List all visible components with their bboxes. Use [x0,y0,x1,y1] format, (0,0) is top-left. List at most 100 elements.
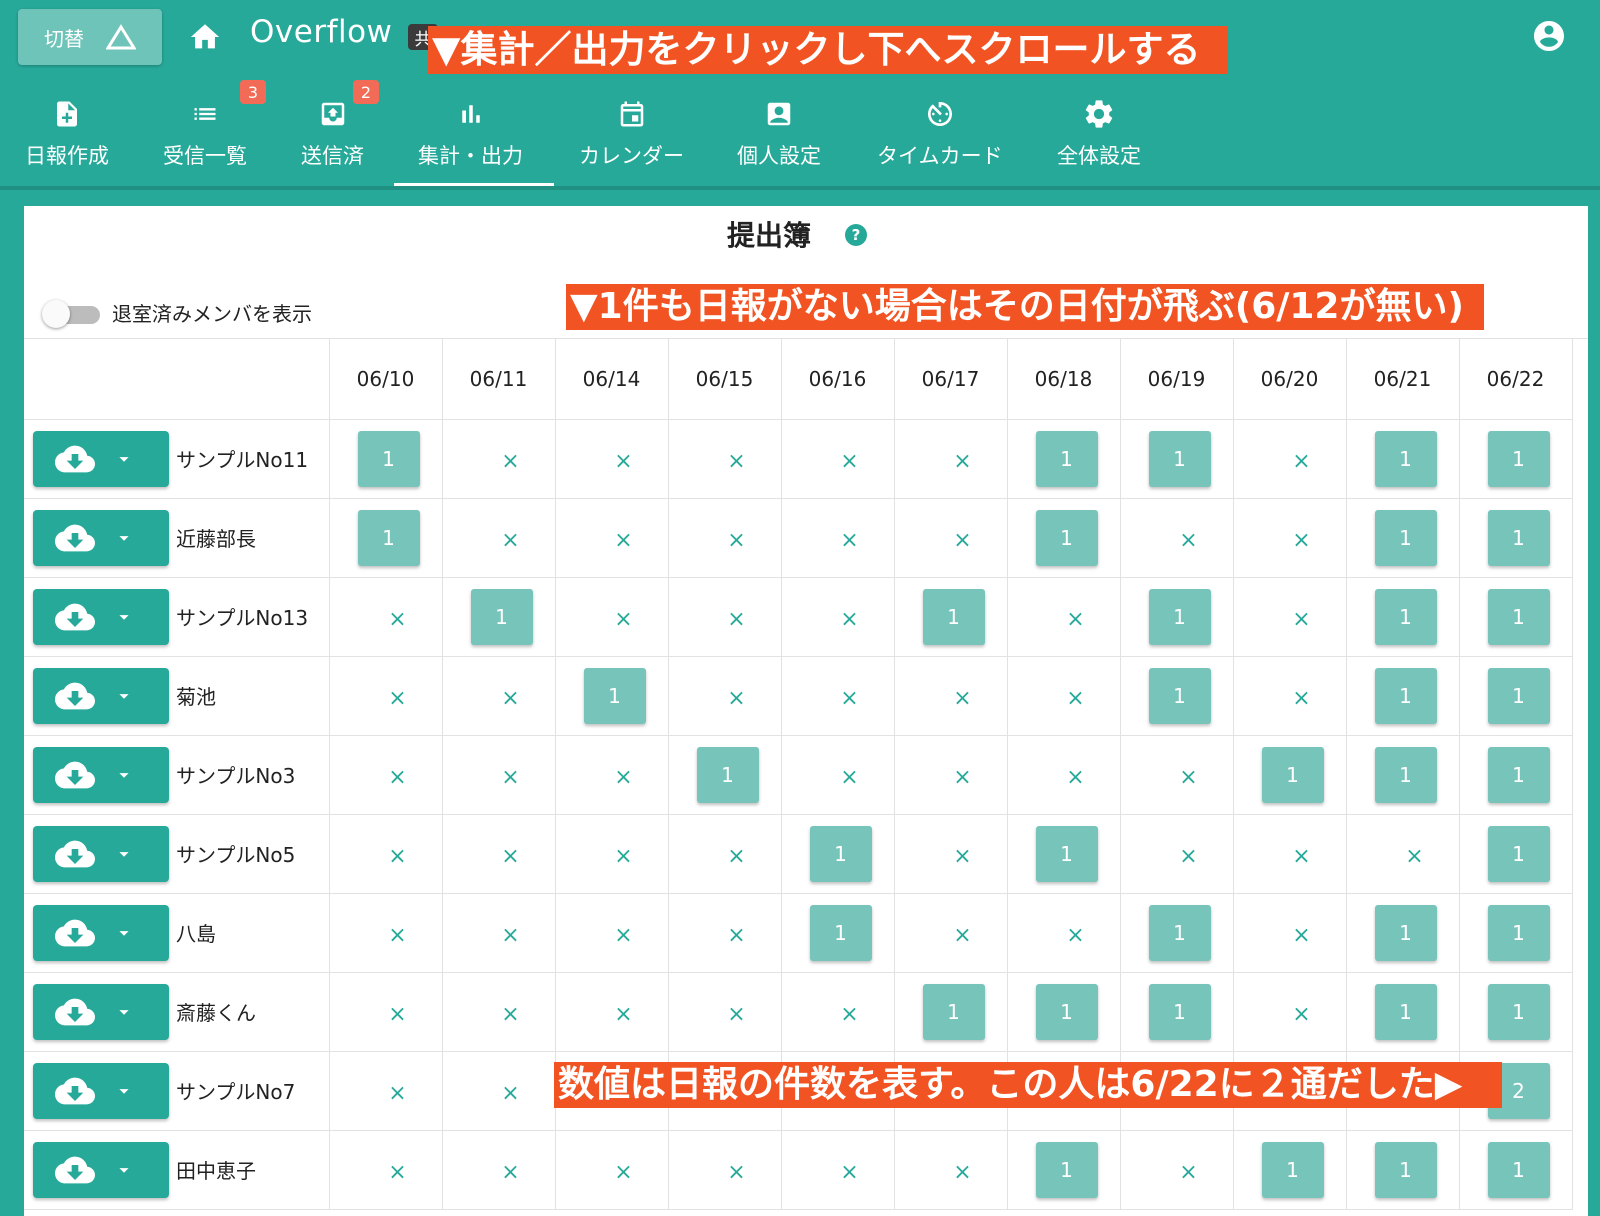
report-count-button[interactable]: 1 [1035,510,1098,566]
date-cell: × [1007,735,1121,815]
report-count-button[interactable]: 1 [1487,905,1550,961]
date-cell: 1 [1007,498,1121,578]
report-count-button[interactable]: 1 [1374,431,1437,487]
report-count-button[interactable]: 1 [1035,431,1098,487]
show-left-members-toggle[interactable] [42,300,102,328]
date-cell: × [781,1130,895,1210]
switch-button[interactable]: 切替 [18,9,162,65]
report-count-button[interactable]: 1 [1487,984,1550,1040]
report-count-button[interactable]: 1 [470,589,533,645]
member-cell: サンプルNo3 [24,735,330,815]
nav-item-timecard[interactable]: タイムカード [877,88,1003,186]
report-count-button[interactable]: 1 [922,589,985,645]
nav-label: カレンダー [579,144,684,168]
report-count-button[interactable]: 1 [1374,905,1437,961]
report-count-button[interactable]: 1 [583,668,646,724]
report-count-button[interactable]: 1 [1035,984,1098,1040]
nav-item-inbox[interactable]: 受信一覧 3 [163,80,266,186]
report-count-button[interactable]: 1 [357,510,420,566]
nav-item-sent[interactable]: 送信済 2 [301,80,379,186]
report-count-button[interactable]: 1 [357,431,420,487]
date-cell: 1 [1120,656,1234,736]
report-count-button[interactable]: 1 [1148,668,1211,724]
date-header: 06/10 [329,339,443,420]
download-menu-button[interactable] [33,1063,169,1119]
no-report-mark: × [614,922,633,948]
download-menu-button[interactable] [33,905,169,961]
report-count-button[interactable]: 1 [696,747,759,803]
date-cell: × [1120,735,1234,815]
date-cell: × [1233,814,1347,894]
no-report-mark: × [840,1001,859,1027]
cloud-download-icon [55,840,95,868]
account-icon[interactable] [1531,18,1567,54]
member-name: 八島 [176,922,216,946]
report-count-button[interactable]: 1 [1148,431,1211,487]
nav-item-personal-settings[interactable]: 個人設定 [737,88,821,186]
download-menu-button[interactable] [33,984,169,1040]
no-report-mark: × [614,527,633,553]
report-count-button[interactable]: 1 [1261,747,1324,803]
cloud-download-icon [55,1156,95,1184]
no-report-mark: × [1292,843,1311,869]
date-cell: × [442,656,556,736]
date-cell: 1 [1459,972,1573,1052]
download-menu-button[interactable] [33,431,169,487]
download-menu-button[interactable] [33,668,169,724]
date-cell: × [442,419,556,499]
download-menu-button[interactable] [33,747,169,803]
download-menu-button[interactable] [33,510,169,566]
report-count-button[interactable]: 1 [1487,510,1550,566]
member-cell: サンプルNo11 [24,419,330,499]
help-icon[interactable]: ? [844,223,868,247]
report-count-button[interactable]: 1 [1374,589,1437,645]
date-cell: × [555,419,669,499]
download-menu-button[interactable] [33,826,169,882]
nav-item-summary-output[interactable]: 集計・出力 [418,88,523,186]
table-row: サンプルNo11 1 × × × × × 1 1 × 1 1 [24,419,1573,499]
date-header-row: 06/10 06/11 06/14 06/15 06/16 06/17 06/18 06/19… [24,339,1573,420]
report-count-button[interactable]: 1 [1487,668,1550,724]
nav-item-global-settings[interactable]: 全体設定 [1057,88,1141,186]
report-count-button[interactable]: 1 [1035,826,1098,882]
topbar-divider [0,186,1600,190]
date-cell: 1 [1459,498,1573,578]
report-count-button[interactable]: 1 [1374,747,1437,803]
member-name: 近藤部長 [176,527,256,551]
report-count-button[interactable]: 1 [809,905,872,961]
download-menu-button[interactable] [33,1142,169,1198]
date-cell: 1 [1346,735,1460,815]
report-count-button[interactable]: 1 [1148,905,1211,961]
nav-label: タイムカード [877,144,1003,168]
no-report-mark: × [727,527,746,553]
date-cell: × [1007,656,1121,736]
nav-label: 受信一覧 [163,144,247,168]
report-count-button[interactable]: 1 [1487,826,1550,882]
report-count-button[interactable]: 1 [1487,431,1550,487]
report-count-button[interactable]: 1 [1261,1142,1324,1198]
home-icon[interactable] [188,20,222,54]
report-count-button[interactable]: 1 [1374,984,1437,1040]
report-count-button[interactable]: 1 [1148,984,1211,1040]
report-count-button[interactable]: 1 [1374,1142,1437,1198]
report-count-button[interactable]: 1 [1487,589,1550,645]
report-count-button[interactable]: 1 [1374,510,1437,566]
report-count-button[interactable]: 1 [1487,1142,1550,1198]
report-count-button[interactable]: 1 [1374,668,1437,724]
download-menu-button[interactable] [33,589,169,645]
member-name: サンプルNo3 [176,764,296,788]
report-count-button[interactable]: 1 [1487,747,1550,803]
report-count-button[interactable]: 1 [1035,1142,1098,1198]
report-count-button[interactable]: 1 [809,826,872,882]
date-header: 06/21 [1346,339,1460,420]
no-report-mark: × [1179,1159,1198,1185]
report-count-button[interactable]: 1 [922,984,985,1040]
nav-item-create-report[interactable]: 日報作成 [25,88,109,186]
nav-item-calendar[interactable]: カレンダー [579,88,684,186]
date-cell: × [1233,656,1347,736]
no-report-mark: × [614,1159,633,1185]
date-cell: × [1233,498,1347,578]
date-cell: 1 [555,656,669,736]
report-count-button[interactable]: 1 [1148,589,1211,645]
date-header: 06/19 [1120,339,1234,420]
